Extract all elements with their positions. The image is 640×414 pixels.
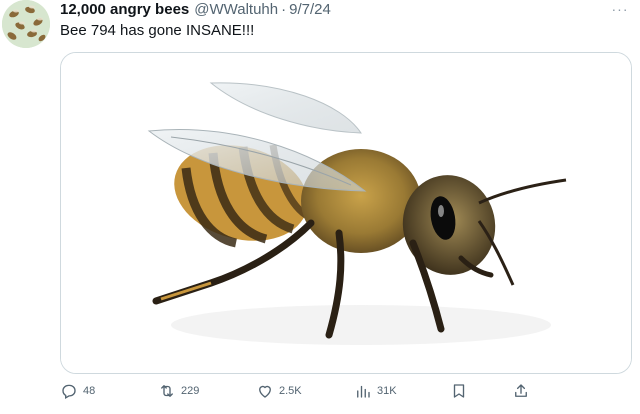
tweet-media[interactable] [60, 52, 632, 374]
repost-button[interactable]: 229 [158, 381, 199, 401]
heart-icon [259, 385, 271, 398]
reply-button[interactable]: 48 [60, 381, 95, 401]
repost-count: 229 [181, 385, 200, 397]
tweet: 12,000 angry bees @WWaltuhh · 9/7/24 ···… [0, 0, 640, 414]
views-button[interactable]: 31K [354, 381, 397, 401]
avatar-bees-image [2, 0, 50, 48]
like-count: 2.5K [279, 385, 302, 397]
display-name[interactable]: 12,000 angry bees [60, 0, 189, 20]
tweet-text: Bee 794 has gone INSANE!!! [60, 22, 255, 39]
views-icon [357, 385, 370, 398]
honeybee-photo [61, 53, 631, 373]
separator-dot: · [281, 1, 287, 18]
tweet-header: 12,000 angry bees @WWaltuhh · 9/7/24 [60, 0, 331, 20]
reply-icon [62, 384, 76, 400]
bookmark-icon [453, 384, 465, 398]
repost-icon [161, 385, 173, 397]
reply-count: 48 [83, 385, 96, 397]
more-options-button[interactable]: ··· [608, 0, 632, 18]
avatar[interactable] [2, 0, 50, 48]
share-button[interactable] [512, 381, 530, 401]
tweet-actions: 48 229 2.5K 31K [60, 381, 540, 401]
tweet-date[interactable]: 9/7/24 [289, 0, 331, 20]
like-button[interactable]: 2.5K [256, 381, 302, 401]
views-count: 31K [377, 385, 397, 397]
bookmark-button[interactable] [450, 381, 468, 401]
share-icon [515, 384, 527, 397]
more-icon: ··· [611, 1, 629, 17]
username-handle[interactable]: @WWaltuhh [194, 0, 278, 20]
